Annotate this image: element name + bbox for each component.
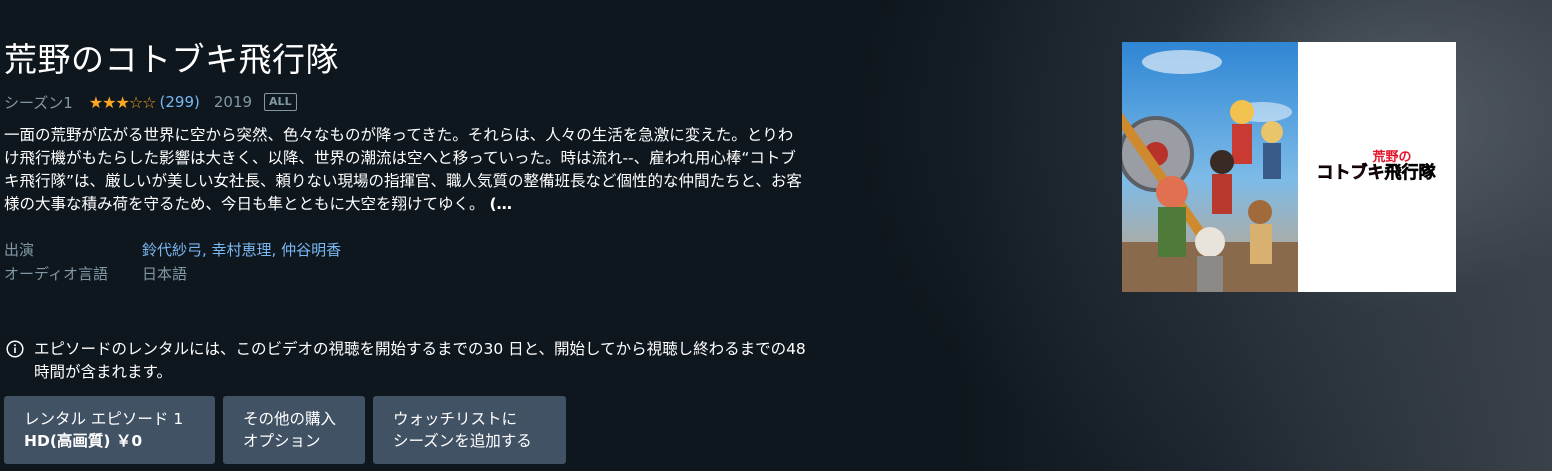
- rent-button-price: HD(高画質) ￥0: [24, 432, 143, 450]
- details-list: 出演 鈴代紗弓, 幸村恵理, 仲谷明香 オーディオ言語 日本語: [4, 238, 341, 286]
- synopsis-text: 一面の荒野が広がる世界に空から突然、色々なものが降ってきた。それらは、人々の生活…: [4, 126, 802, 213]
- star-filled-icon: ★★★: [88, 92, 130, 112]
- add-to-watchlist-button[interactable]: ウォッチリストに シーズンを追加する: [373, 396, 566, 464]
- audio-language-value: 日本語: [142, 265, 188, 283]
- age-rating-badge: ALL: [264, 93, 297, 111]
- poster-artwork: 荒野の コトブキ飛行隊: [1122, 42, 1456, 292]
- other-options-label-2: オプション: [243, 432, 321, 450]
- synopsis-more-link[interactable]: (…: [489, 195, 512, 213]
- audio-language-label: オーディオ言語: [4, 265, 108, 283]
- poster-logo-main: コトブキ飛行隊: [1317, 162, 1437, 183]
- detail-row-cast: 出演 鈴代紗弓, 幸村恵理, 仲谷明香: [4, 238, 341, 262]
- rating-count-link[interactable]: (299): [160, 93, 200, 111]
- poster-image: 荒野の コトブキ飛行隊: [1122, 42, 1456, 292]
- rent-button-label: レンタル エピソード 1: [24, 410, 184, 428]
- watchlist-label-1: ウォッチリストに: [393, 410, 518, 428]
- other-purchase-options-button[interactable]: その他の購入 オプション: [223, 396, 365, 464]
- star-empty-icon: ☆☆: [128, 92, 157, 112]
- info-icon: [6, 340, 24, 358]
- star-rating[interactable]: ★★★☆☆: [88, 92, 157, 112]
- rent-episode-button[interactable]: レンタル エピソード 1 HD(高画質) ￥0: [4, 396, 215, 464]
- synopsis: 一面の荒野が広がる世界に空から突然、色々なものが降ってきた。それらは、人々の生活…: [4, 124, 804, 216]
- meta-row: シーズン1 ★★★☆☆ (299) 2019 ALL: [4, 90, 297, 114]
- detail-row-audio: オーディオ言語 日本語: [4, 262, 341, 286]
- other-options-label-1: その他の購入: [243, 410, 337, 428]
- cast-links[interactable]: 鈴代紗弓, 幸村恵理, 仲谷明香: [142, 238, 341, 262]
- season-label[interactable]: シーズン1: [4, 92, 73, 113]
- cast-label: 出演: [4, 241, 35, 259]
- page-title: 荒野のコトブキ飛行隊: [4, 40, 339, 79]
- watchlist-label-2: シーズンを追加する: [393, 432, 532, 450]
- release-year: 2019: [213, 93, 253, 111]
- action-buttons: レンタル エピソード 1 HD(高画質) ￥0 その他の購入 オプション ウォッ…: [4, 396, 566, 464]
- rental-notice-text: エピソードのレンタルには、このビデオの視聴を開始するまでの30 日と、開始してか…: [34, 340, 806, 381]
- rental-notice: エピソードのレンタルには、このビデオの視聴を開始するまでの30 日と、開始してか…: [6, 338, 826, 384]
